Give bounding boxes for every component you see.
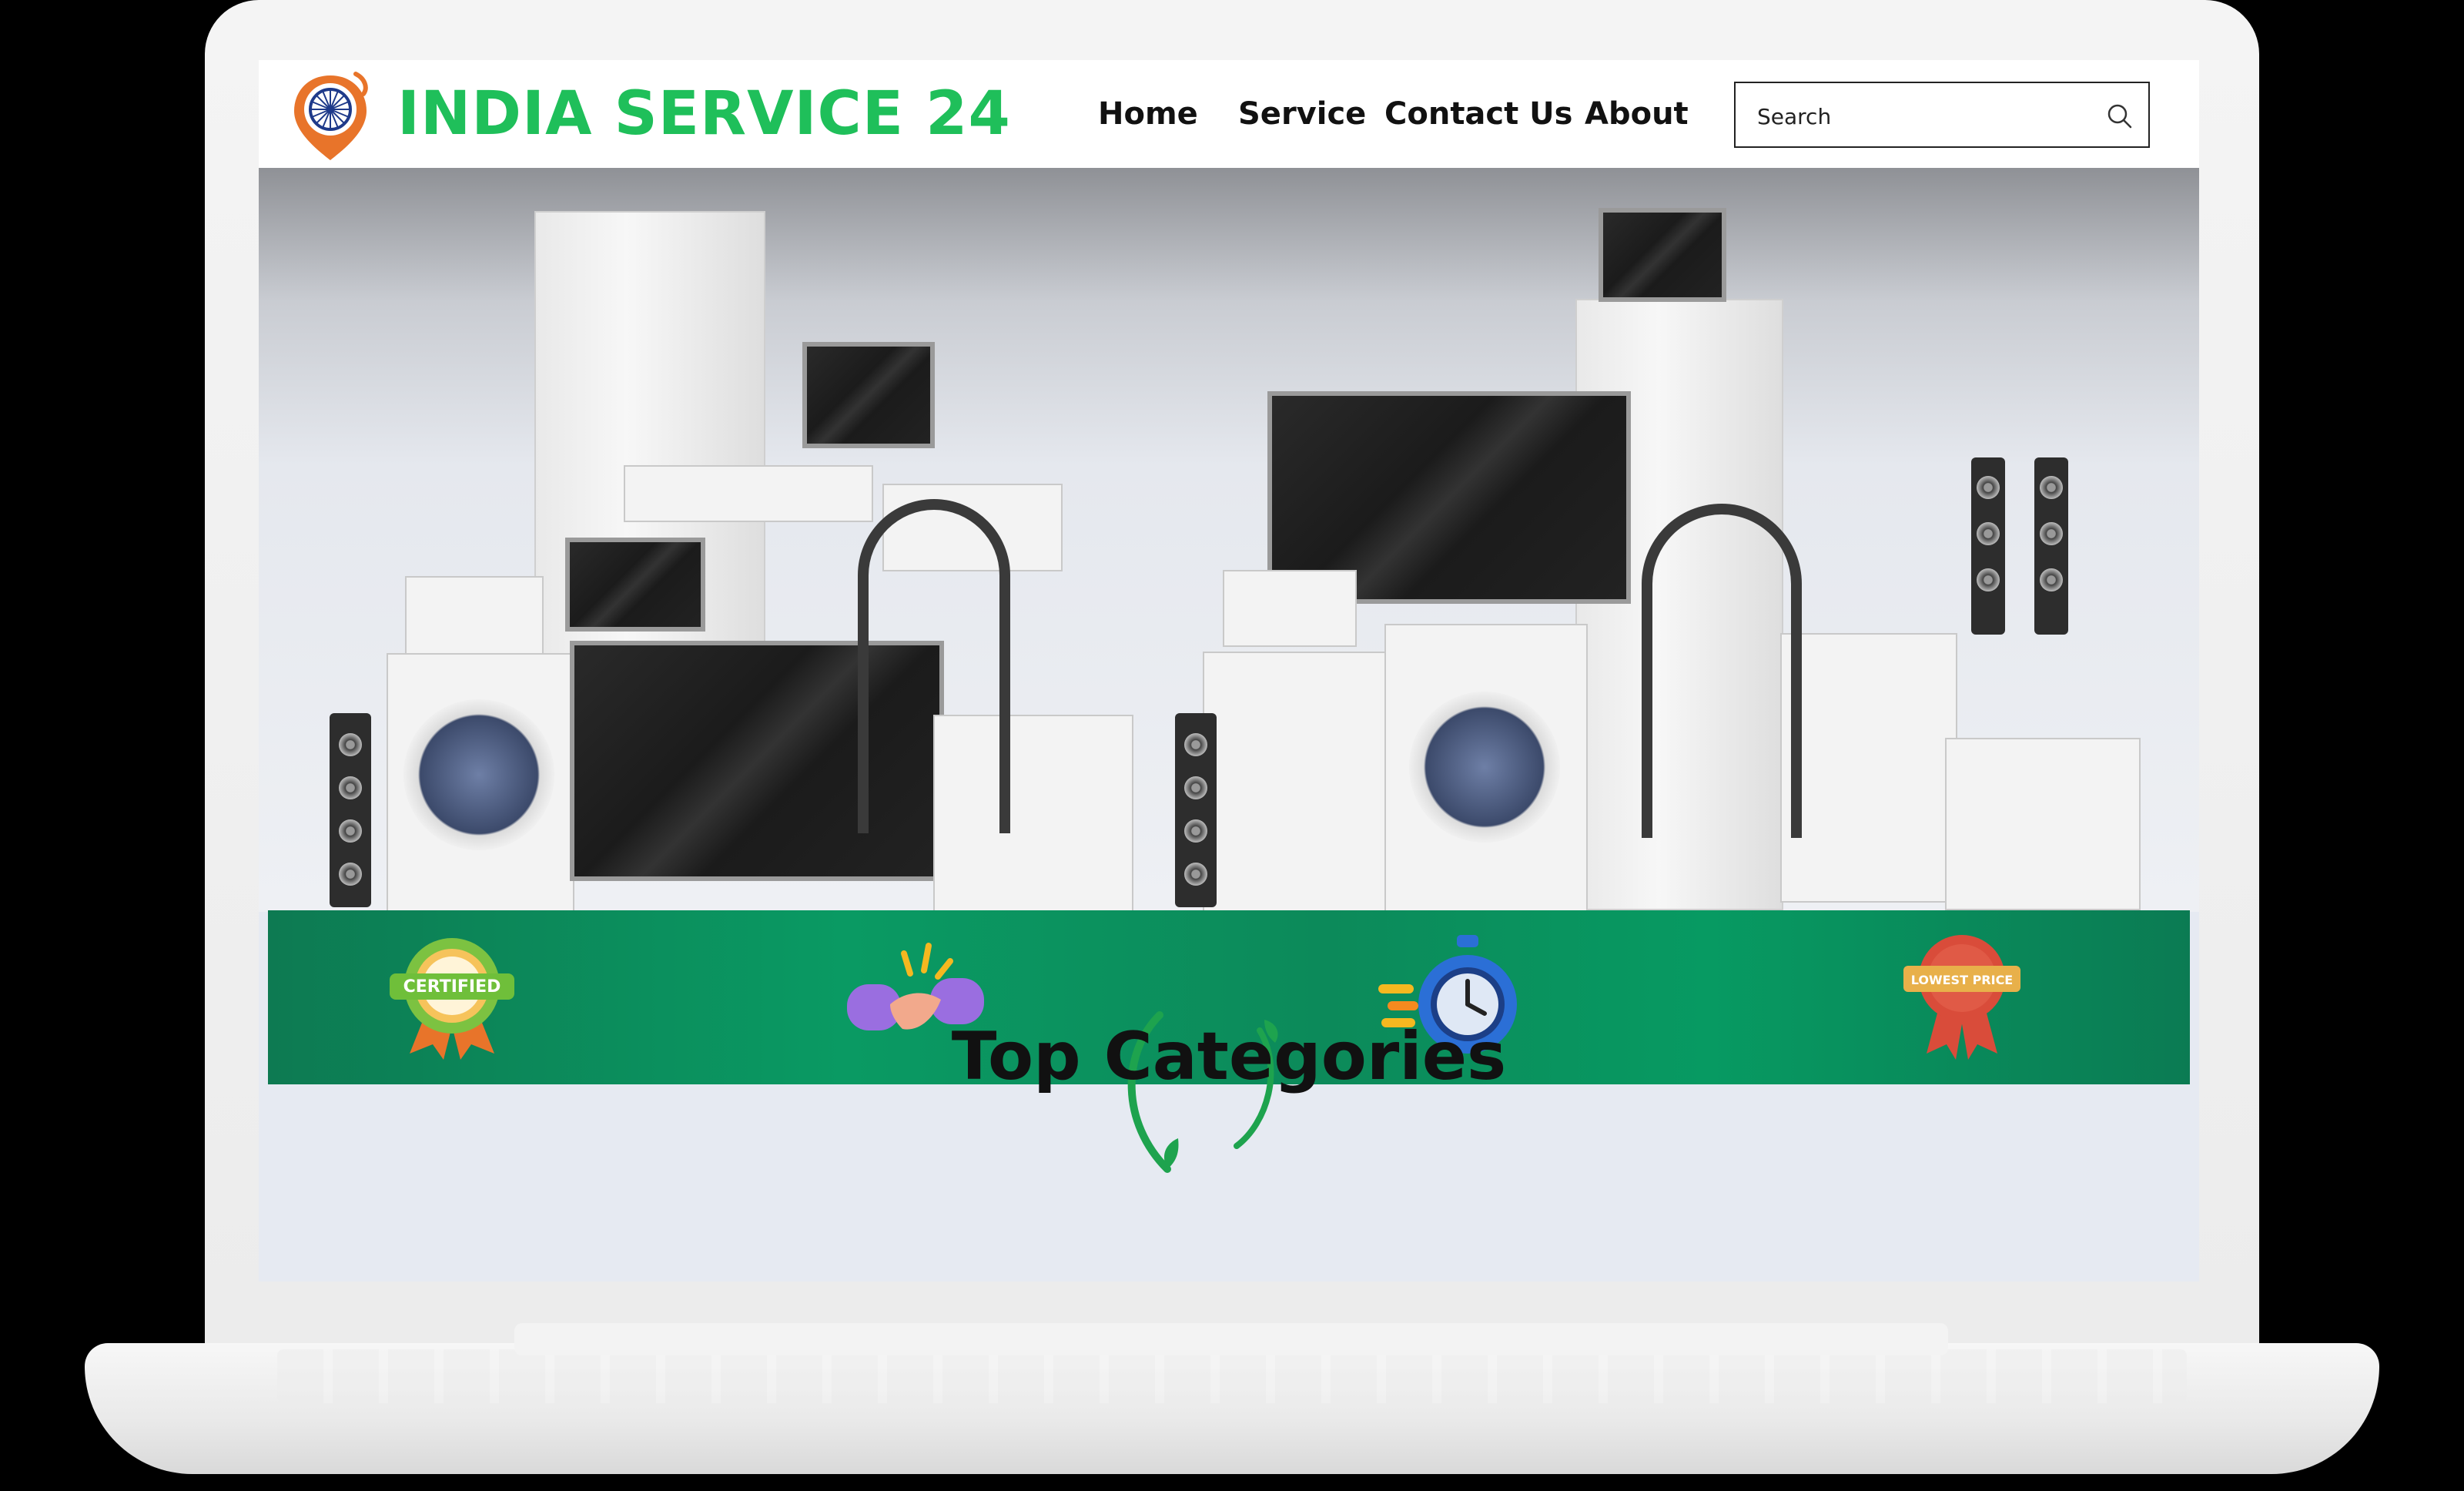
- washer-drum: [403, 699, 554, 850]
- vacuum-hose-illustration: [1642, 504, 1802, 838]
- brand-name[interactable]: INDIA SERVICE 24: [397, 75, 1011, 152]
- logo-icon[interactable]: [288, 71, 373, 163]
- section-title: Top Categories: [951, 1018, 1507, 1095]
- stove-illustration: [1780, 633, 1957, 903]
- laptop-illustration: [1599, 208, 1726, 302]
- search-box: [1734, 82, 2150, 148]
- microwave-illustration: [1223, 570, 1357, 647]
- nav-contact-us[interactable]: Contact Us: [1384, 91, 1572, 137]
- dishwasher-illustration: [1203, 652, 1391, 912]
- certified-label: CERTIFIED: [403, 977, 501, 997]
- speaker-illustration: [1175, 713, 1217, 907]
- lowest-price-label: LOWEST PRICE: [1911, 973, 2013, 987]
- vacuum-hose-illustration: [858, 499, 1010, 833]
- speaker-illustration: [1971, 457, 2005, 635]
- site-header: INDIA SERVICE 24 Home Service Contact Us…: [259, 60, 2199, 168]
- laptop-hinge: [514, 1323, 1948, 1355]
- hero-banner: [259, 168, 2199, 912]
- washer-drum: [1409, 692, 1560, 843]
- website-screen: INDIA SERVICE 24 Home Service Contact Us…: [259, 60, 2199, 1282]
- air-conditioner-illustration: [1945, 738, 2141, 910]
- nav-about[interactable]: About: [1585, 91, 1689, 137]
- oven-illustration: [624, 465, 873, 522]
- speaker-illustration: [2034, 457, 2068, 635]
- monitor-illustration: [565, 538, 705, 632]
- search-input[interactable]: [1756, 97, 2082, 136]
- microwave-illustration: [405, 576, 544, 656]
- nav-service[interactable]: Service: [1238, 91, 1366, 137]
- laptop-illustration: [802, 342, 935, 448]
- laptop-keyboard: [277, 1349, 2187, 1403]
- speaker-illustration: [330, 713, 371, 907]
- nav-home[interactable]: Home: [1098, 91, 1198, 137]
- search-icon[interactable]: [2105, 102, 2134, 131]
